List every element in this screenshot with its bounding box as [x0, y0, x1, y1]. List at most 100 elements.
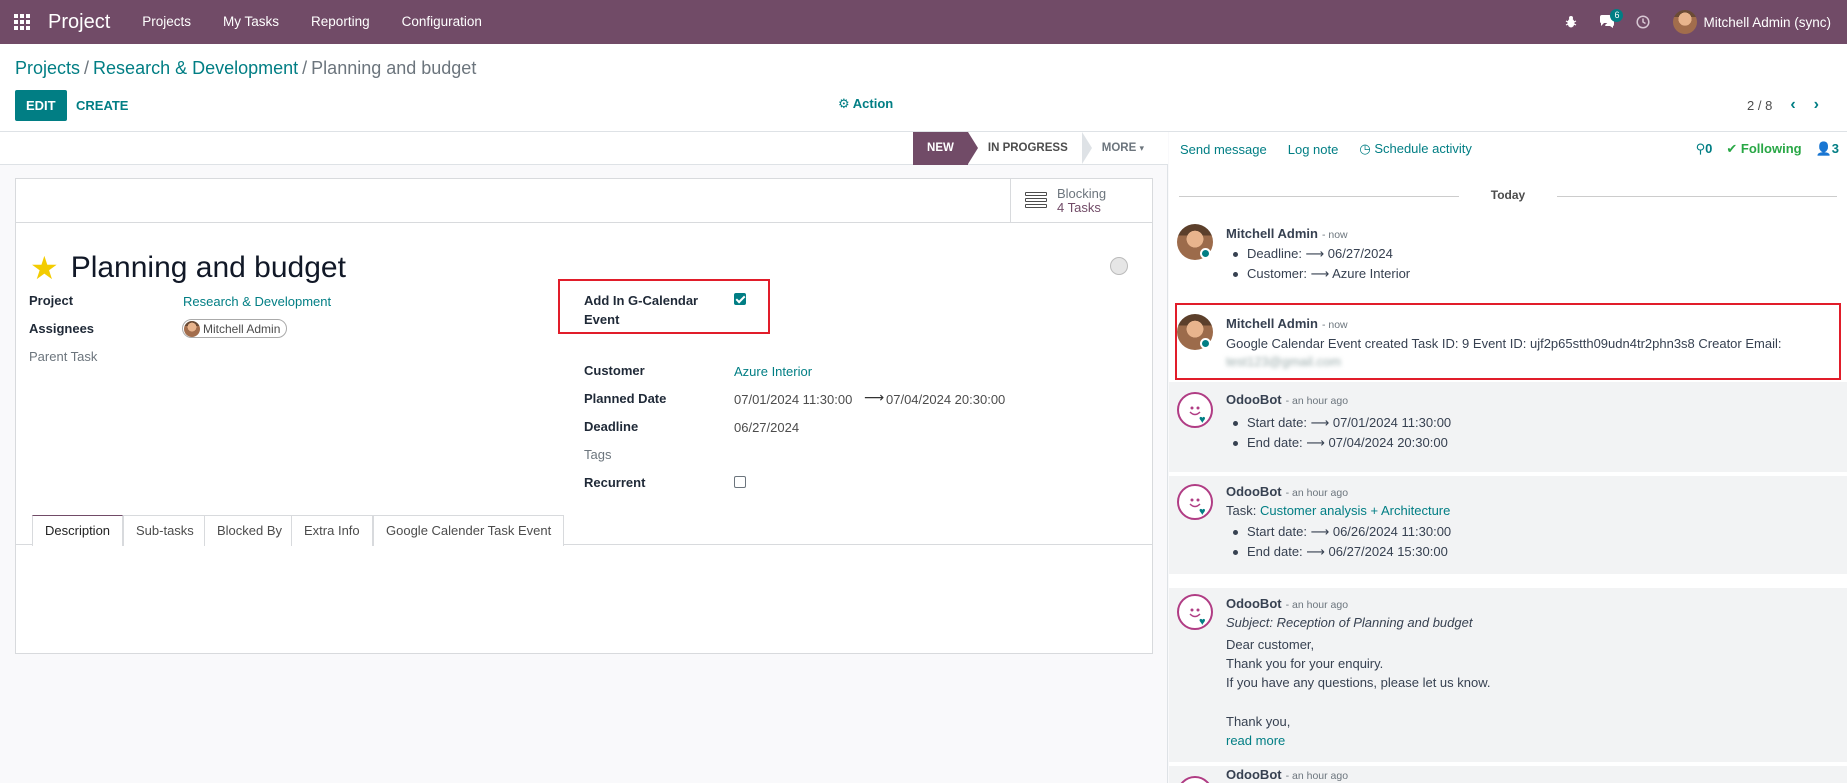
tab-description[interactable]: Description — [32, 515, 124, 546]
read-more-link[interactable]: read more — [1226, 733, 1285, 748]
gcal-checkbox[interactable] — [734, 293, 746, 305]
planned-date-label: Planned Date — [584, 391, 667, 406]
breadcrumb: Projects / Research & Development / Planning… — [15, 58, 477, 78]
app-brand[interactable]: Project — [48, 11, 110, 34]
tracking-line: End date: ⟶ 06/27/2024 15:30:00 — [1233, 544, 1448, 559]
form-sheet: Blocking 4 Tasks ★ Planning and budget P… — [15, 178, 1153, 654]
user-name: Mitchell Admin (sync) — [1703, 14, 1831, 30]
breadcrumb-current: Planning and budget — [311, 58, 477, 78]
tracking-line: Customer: ⟶ Azure Interior — [1232, 266, 1411, 281]
tags-label: Tags — [584, 447, 612, 462]
author-avatar[interactable] — [1177, 392, 1213, 428]
date-separator: Today — [1169, 188, 1847, 204]
apps-menu-icon[interactable] — [0, 0, 44, 44]
menu-my-tasks[interactable]: My Tasks — [207, 0, 295, 44]
message-author[interactable]: OdooBot - an hour ago — [1226, 392, 1348, 407]
bug-icon[interactable] — [1553, 0, 1589, 44]
caret-down-icon: ▾ — [1139, 143, 1144, 153]
planned-end-field[interactable]: 07/04/2024 20:30:00 — [886, 392, 1005, 407]
check-icon: ✔ — [1726, 141, 1738, 156]
messages-icon[interactable]: 6 — [1589, 0, 1625, 44]
assignee-avatar — [184, 320, 200, 337]
stage-more[interactable]: MORE ▾ — [1082, 132, 1158, 165]
message-item: ♥ OdooBot - an hour ago Task: Customer an… — [1169, 476, 1847, 574]
message-item: Mitchell Admin - now Deadline: ⟶ 06/27/20… — [1169, 216, 1847, 306]
tab-sub-tasks[interactable]: Sub-tasks — [123, 515, 207, 546]
pager: 2 / 8 ‹ › — [1747, 96, 1819, 114]
message-author[interactable]: OdooBot - an hour ago — [1226, 484, 1348, 499]
chevron-right-icon[interactable]: › — [1814, 96, 1819, 114]
tracking-line: Start date: ⟶ 06/26/2024 11:30:00 — [1232, 524, 1452, 539]
project-field[interactable]: Research & Development — [183, 294, 331, 309]
stage-selector: NEW IN PROGRESS MORE ▾ — [913, 132, 1158, 165]
attachments-count: 0 — [1705, 141, 1713, 156]
tracking-line: Deadline: ⟶ 06/27/2024 — [1233, 246, 1393, 261]
assignees-label: Assignees — [29, 321, 95, 336]
star-icon[interactable]: ★ — [30, 252, 59, 284]
attachments-button[interactable]: ⚲0 — [1696, 141, 1713, 157]
task-title[interactable]: Planning and budget — [71, 251, 346, 285]
message-body-line: Thank you, — [1226, 714, 1291, 729]
assignee-tag[interactable]: Mitchell Admin — [182, 319, 288, 338]
menu-projects[interactable]: Projects — [126, 0, 207, 44]
followers-count: 3 — [1831, 141, 1839, 156]
message-time: - an hour ago — [1285, 487, 1349, 499]
stage-more-label: MORE — [1101, 142, 1137, 154]
author-avatar[interactable] — [1177, 484, 1213, 520]
tracking-line: Start date: ⟶ 07/01/2024 11:30:00 — [1232, 415, 1452, 430]
tab-blocked-by[interactable]: Blocked By — [204, 515, 296, 546]
message-body-line: Thank you for your enquiry. — [1226, 656, 1384, 671]
message-author[interactable]: OdooBot - an hour ago — [1226, 767, 1348, 782]
log-note-button[interactable]: Log note — [1288, 142, 1339, 157]
followers-button[interactable]: 👤3 — [1816, 141, 1839, 157]
menu-configuration[interactable]: Configuration — [386, 0, 498, 44]
stage-new[interactable]: NEW — [913, 132, 978, 165]
blocking-tasks-button[interactable]: Blocking 4 Tasks — [1010, 179, 1152, 222]
kanban-state-icon[interactable] — [1110, 257, 1128, 275]
gcal-label-line1: Add In G-Calendar — [584, 293, 699, 308]
action-dropdown[interactable]: ⚙ Action — [838, 96, 893, 112]
tab-google-calendar-task-event[interactable]: Google Calender Task Event — [373, 515, 565, 546]
author-avatar[interactable] — [1177, 594, 1213, 630]
control-panel: Projects / Research & Development / Planning… — [0, 44, 1847, 132]
deadline-field[interactable]: 06/27/2024 — [734, 420, 799, 435]
button-box: Blocking 4 Tasks — [16, 179, 1152, 223]
schedule-activity-button[interactable]: ◷ Schedule activity — [1359, 141, 1472, 157]
create-button[interactable]: CREATE — [76, 90, 128, 121]
edit-button[interactable]: EDIT — [15, 90, 67, 121]
blocking-label: Blocking — [1057, 185, 1107, 201]
task-link[interactable]: Customer analysis + Architecture — [1260, 503, 1450, 518]
user-menu[interactable]: Mitchell Admin (sync) — [1661, 0, 1847, 44]
heart-icon: ♥ — [1199, 616, 1206, 628]
clock-icon[interactable] — [1625, 0, 1661, 44]
tab-extra-info[interactable]: Extra Info — [291, 515, 373, 546]
message-author[interactable]: OdooBot - an hour ago — [1226, 596, 1348, 611]
message-item: ♥ OdooBot - an hour ago Start date: ⟶ 07/… — [1169, 382, 1847, 472]
message-time: - an hour ago — [1285, 599, 1349, 611]
breadcrumb-project[interactable]: Research & Development — [93, 58, 298, 78]
following-button[interactable]: ✔ Following — [1726, 141, 1801, 157]
highlight-box-message — [1175, 303, 1841, 380]
messages-count-badge: 6 — [1610, 9, 1624, 22]
customer-field[interactable]: Azure Interior — [734, 364, 812, 379]
top-navbar: Project Projects My Tasks Reporting Conf… — [0, 0, 1847, 44]
author-avatar[interactable] — [1177, 776, 1213, 783]
project-label: Project — [29, 293, 74, 308]
paperclip-icon: ⚲ — [1695, 141, 1706, 156]
message-author[interactable]: Mitchell Admin - now — [1226, 226, 1348, 241]
tracking-line: End date: ⟶ 07/04/2024 20:30:00 — [1233, 435, 1448, 450]
pager-value[interactable]: 2 / 8 — [1747, 98, 1772, 113]
recurrent-label: Recurrent — [584, 475, 646, 490]
following-label: Following — [1740, 141, 1802, 156]
gear-icon: ⚙ — [838, 96, 850, 111]
stage-in-progress[interactable]: IN PROGRESS — [968, 132, 1092, 165]
recurrent-checkbox[interactable] — [734, 476, 746, 488]
form-area: NEW IN PROGRESS MORE ▾ Blocking 4 Tasks … — [0, 132, 1168, 783]
menu-reporting[interactable]: Reporting — [295, 0, 386, 44]
chevron-left-icon[interactable]: ‹ — [1790, 96, 1795, 114]
assignee-name: Mitchell Admin — [203, 321, 281, 336]
online-status-icon — [1200, 248, 1211, 259]
breadcrumb-projects[interactable]: Projects — [15, 58, 80, 78]
send-message-button[interactable]: Send message — [1180, 142, 1267, 157]
planned-start-field[interactable]: 07/01/2024 11:30:00 — [734, 392, 852, 407]
